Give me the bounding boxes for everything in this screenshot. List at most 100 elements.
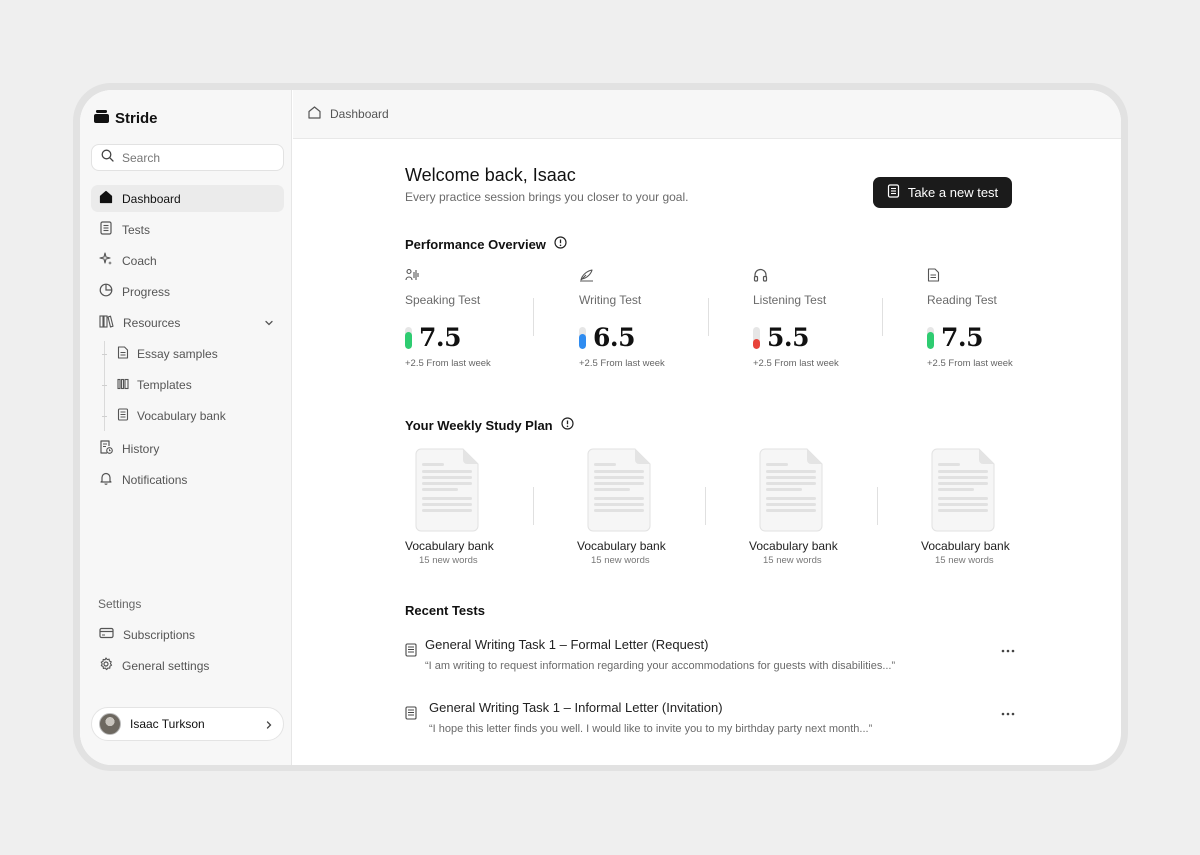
- sidebar-item-tests[interactable]: Tests: [91, 216, 284, 243]
- user-name: Isaac Turkson: [130, 717, 205, 731]
- recent-test-row[interactable]: General Writing Task 1 – Formal Letter (…: [405, 637, 1015, 681]
- divider: [882, 298, 883, 336]
- search-box[interactable]: [91, 144, 284, 171]
- sidebar-item-notifications[interactable]: Notifications: [91, 466, 284, 493]
- pie-chart-icon: [99, 283, 113, 300]
- sidebar-item-progress[interactable]: Progress: [91, 278, 284, 305]
- score-gauge-fill: [579, 334, 586, 349]
- recent-tests-heading: Recent Tests: [405, 603, 485, 618]
- score-gauge-fill: [753, 338, 760, 349]
- recent-test-title: General Writing Task 1 – Formal Letter (…: [425, 637, 709, 652]
- page-title: Welcome back, Isaac: [405, 165, 576, 185]
- main-content: Welcome back, Isaac Every practice sessi…: [405, 90, 1015, 765]
- study-plan-title: Vocabulary bank: [577, 539, 666, 553]
- more-options-icon[interactable]: [1001, 704, 1015, 722]
- section-title-text: Performance Overview: [405, 236, 546, 252]
- recent-test-row[interactable]: General Writing Task 1 – Informal Letter…: [405, 700, 1015, 744]
- search-input[interactable]: [122, 150, 262, 165]
- reading-icon: [927, 268, 940, 287]
- sidebar-subitem-essay-samples[interactable]: Essay samples: [107, 342, 277, 366]
- settings-section-label: Settings: [98, 597, 142, 611]
- metric-label: Reading Test: [927, 293, 997, 307]
- metric-score-row: 5.5: [753, 323, 810, 352]
- study-plan-subtitle: 15 new words: [763, 555, 822, 566]
- sidebar-item-label: Coach: [122, 253, 157, 268]
- home-outline-icon: [307, 105, 322, 123]
- recent-test-title: General Writing Task 1 – Informal Letter…: [429, 700, 723, 715]
- info-icon[interactable]: [554, 236, 567, 252]
- sidebar-item-history[interactable]: History: [91, 435, 284, 462]
- sidebar-item-label: Notifications: [122, 472, 188, 487]
- templates-icon: [117, 378, 129, 393]
- notebook-icon: [117, 408, 129, 424]
- more-options-icon[interactable]: [1001, 641, 1015, 659]
- sidebar-item-label: General settings: [122, 658, 210, 673]
- metric-score-row: 7.5: [405, 323, 462, 352]
- study-plan-title: Vocabulary bank: [405, 539, 494, 553]
- sidebar-item-general-settings[interactable]: General settings: [91, 652, 284, 679]
- section-title-text: Recent Tests: [405, 603, 485, 618]
- page-subtitle: Every practice session brings you closer…: [405, 190, 689, 204]
- gear-icon: [99, 657, 113, 674]
- score-gauge-fill: [405, 332, 412, 349]
- sidebar-item-dashboard[interactable]: Dashboard: [91, 185, 284, 212]
- study-plan-subtitle: 15 new words: [591, 555, 650, 566]
- book-icon: [99, 221, 113, 238]
- sidebar-item-coach[interactable]: Coach: [91, 247, 284, 274]
- bell-icon: [99, 471, 113, 488]
- divider: [533, 487, 534, 525]
- sidebar-subitem-templates[interactable]: Templates: [107, 373, 277, 397]
- writing-icon: [579, 268, 594, 287]
- speaking-icon: [405, 268, 420, 287]
- history-icon: [99, 440, 113, 457]
- metric-label: Writing Test: [579, 293, 642, 307]
- home-icon: [99, 190, 113, 207]
- metric-score: 5.5: [767, 323, 810, 352]
- sidebar: Stride Dashboard Tests Coach: [80, 90, 292, 765]
- search-icon: [101, 149, 114, 167]
- sidebar-item-label: Resources: [123, 315, 181, 330]
- metric-delta: +2.5 From last week: [753, 358, 839, 369]
- divider: [533, 298, 534, 336]
- sidebar-subitem-label: Templates: [137, 378, 192, 392]
- chevron-right-icon: [265, 719, 273, 733]
- metric-score: 6.5: [593, 323, 636, 352]
- metric-label: Listening Test: [753, 293, 827, 307]
- sidebar-item-subscriptions[interactable]: Subscriptions: [91, 621, 284, 648]
- study-plan-subtitle: 15 new words: [935, 555, 994, 566]
- sidebar-item-resources[interactable]: Resources: [91, 309, 284, 336]
- user-profile-card[interactable]: Isaac Turkson: [91, 707, 284, 741]
- study-plan-title: Vocabulary bank: [749, 539, 838, 553]
- document-thumbnail-icon: [587, 448, 651, 532]
- metric-score: 7.5: [941, 323, 984, 352]
- document-icon: [405, 643, 417, 662]
- sidebar-item-label: Tests: [122, 222, 151, 237]
- score-gauge: [927, 326, 934, 349]
- document-icon: [405, 706, 417, 725]
- document-thumbnail-icon: [759, 448, 823, 532]
- score-gauge: [579, 326, 586, 349]
- metric-score-row: 6.5: [579, 323, 636, 352]
- sidebar-subitem-vocabulary-bank[interactable]: Vocabulary bank: [107, 404, 277, 428]
- document-icon: [117, 346, 129, 362]
- document-thumbnail-icon: [415, 448, 479, 532]
- info-icon[interactable]: [561, 417, 574, 433]
- score-gauge: [753, 326, 760, 349]
- stride-logo-icon: [94, 110, 109, 127]
- book-icon: [887, 184, 900, 201]
- chevron-down-icon: [264, 317, 274, 331]
- metric-score: 7.5: [419, 323, 462, 352]
- sidebar-item-label: Progress: [122, 284, 171, 299]
- sidebar-item-label: Dashboard: [122, 191, 181, 206]
- metric-delta: +2.5 From last week: [405, 358, 491, 369]
- sidebar-item-label: History: [122, 441, 160, 456]
- score-gauge: [405, 326, 412, 349]
- breadcrumb-current[interactable]: Dashboard: [330, 107, 389, 121]
- document-thumbnail-icon: [931, 448, 995, 532]
- divider: [708, 298, 709, 336]
- brand[interactable]: Stride: [94, 110, 158, 127]
- take-new-test-button[interactable]: Take a new test: [873, 177, 1012, 208]
- brand-name: Stride: [115, 110, 158, 127]
- metric-delta: +2.5 From last week: [927, 358, 1013, 369]
- sidebar-item-label: Subscriptions: [123, 627, 196, 642]
